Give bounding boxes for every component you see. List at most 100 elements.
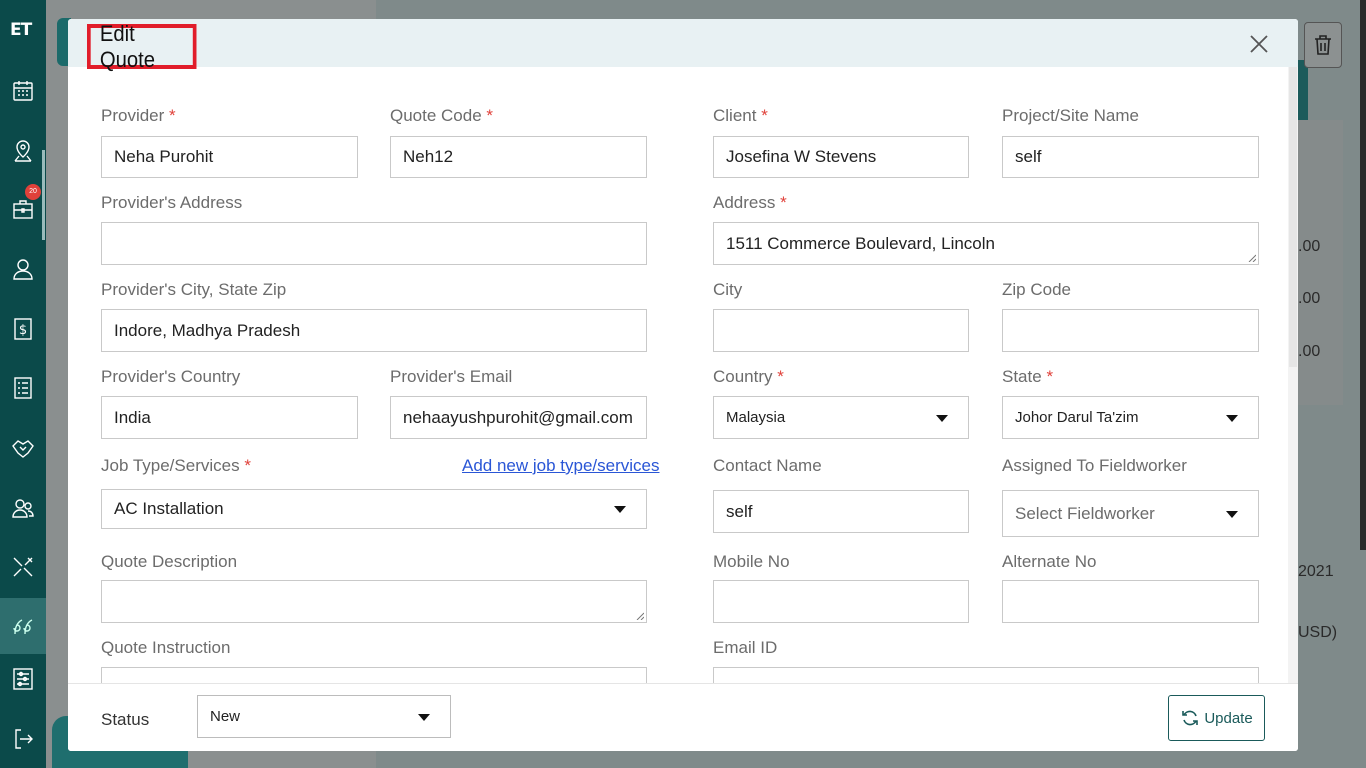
sidebar-item-tools[interactable] xyxy=(7,551,39,583)
sidebar-item-partners[interactable] xyxy=(7,432,39,464)
chevron-down-icon xyxy=(1226,510,1238,518)
resize-handle-icon[interactable] xyxy=(636,612,644,620)
scrollbar-thumb[interactable] xyxy=(1289,67,1297,367)
zip-code-field[interactable] xyxy=(1002,309,1259,352)
page-scrollbar[interactable] xyxy=(1360,0,1366,550)
handshake-icon xyxy=(12,440,34,458)
chevron-down-icon xyxy=(614,506,626,513)
sidebar-item-team[interactable] xyxy=(7,492,39,524)
city-label: City xyxy=(713,280,743,299)
tools-icon xyxy=(13,557,33,577)
user-icon xyxy=(13,259,33,280)
sidebar-scrollbar[interactable] xyxy=(42,150,45,240)
provider-email-label: Provider's Email xyxy=(390,367,513,386)
sidebar-item-quotes[interactable] xyxy=(0,598,46,654)
contact-name-field[interactable]: self xyxy=(713,490,969,533)
modal-title: Edit Quote xyxy=(87,21,197,72)
modal-header: Edit Quote xyxy=(68,19,1298,72)
quote-description-textarea[interactable] xyxy=(101,580,647,623)
email-id-field[interactable] xyxy=(713,667,1259,683)
provider-city-label: Provider's City, State Zip xyxy=(101,280,287,299)
modal-scrollbar[interactable] xyxy=(1288,67,1298,683)
chevron-down-icon xyxy=(936,414,948,422)
update-button[interactable]: Update xyxy=(1168,695,1265,741)
quote-instruction-label: Quote Instruction xyxy=(101,638,231,657)
close-icon[interactable] xyxy=(1248,33,1270,55)
city-field[interactable] xyxy=(713,309,969,352)
provider-field[interactable]: Neha Purohit xyxy=(101,136,358,178)
country-label: Country * xyxy=(713,367,784,386)
provider-address-label: Provider's Address xyxy=(101,193,243,212)
provider-city-field[interactable]: Indore, Madhya Pradesh xyxy=(101,309,647,352)
calendar-icon xyxy=(13,81,33,101)
provider-label: Provider * xyxy=(101,106,176,125)
logout-icon xyxy=(15,729,33,749)
trash-icon xyxy=(1315,35,1331,55)
project-site-label: Project/Site Name xyxy=(1002,106,1139,125)
notification-badge: 20 xyxy=(25,184,41,200)
sidebar: ET 20 $ xyxy=(0,0,46,768)
status-label: Status xyxy=(101,710,150,729)
update-label: Update xyxy=(1204,709,1253,727)
contact-name-label: Contact Name xyxy=(713,456,822,475)
background-value: .00 xyxy=(1298,343,1321,360)
add-job-type-link[interactable]: Add new job type/services xyxy=(462,456,660,476)
status-select[interactable]: New xyxy=(197,695,451,738)
mobile-label: Mobile No xyxy=(713,552,790,571)
alternate-label: Alternate No xyxy=(1002,552,1097,571)
quote-code-field[interactable]: Neh12 xyxy=(390,136,647,178)
delete-button[interactable] xyxy=(1304,22,1342,68)
quote-instruction-textarea[interactable] xyxy=(101,667,647,683)
background-summary-panel xyxy=(1298,120,1343,405)
country-select[interactable]: Malaysia xyxy=(713,396,969,439)
sidebar-item-settings[interactable] xyxy=(7,663,39,695)
chevron-down-icon xyxy=(1226,414,1238,422)
quote-icon xyxy=(13,619,33,635)
address-label: Address * xyxy=(713,193,787,212)
resize-handle-icon[interactable] xyxy=(1248,254,1256,262)
background-value: .00 xyxy=(1298,238,1321,255)
dollar-icon: $ xyxy=(14,318,32,340)
provider-country-field[interactable]: India xyxy=(101,396,358,439)
list-icon xyxy=(14,377,32,399)
mobile-field[interactable] xyxy=(713,580,969,623)
sidebar-item-calendar[interactable] xyxy=(7,75,39,107)
quote-code-label: Quote Code * xyxy=(390,106,494,125)
modal-footer: Status New Update xyxy=(68,683,1298,751)
sidebar-item-logout[interactable] xyxy=(7,723,39,755)
quote-description-label: Quote Description xyxy=(101,552,238,571)
alternate-field[interactable] xyxy=(1002,580,1259,623)
assigned-fieldworker-label: Assigned To Fieldworker xyxy=(1002,456,1187,475)
sidebar-item-list[interactable] xyxy=(7,372,39,404)
provider-address-field[interactable] xyxy=(101,222,647,265)
assigned-fieldworker-select[interactable]: Select Fieldworker xyxy=(1002,490,1259,537)
provider-country-label: Provider's Country xyxy=(101,367,241,386)
state-label: State * xyxy=(1002,367,1054,386)
provider-email-field[interactable]: nehaayushpurohit@gmail.com xyxy=(390,396,647,439)
job-type-select[interactable]: AC Installation xyxy=(101,489,647,529)
email-id-label: Email ID xyxy=(713,638,778,657)
chevron-down-icon xyxy=(418,713,430,721)
address-textarea[interactable]: 1511 Commerce Boulevard, Lincoln xyxy=(713,222,1259,265)
edit-quote-modal: Edit Quote Provider * Neha Purohit Quote… xyxy=(68,19,1298,751)
sidebar-item-billing[interactable]: $ xyxy=(7,313,39,345)
sidebar-item-map[interactable] xyxy=(7,135,39,167)
client-label: Client * xyxy=(713,106,768,125)
app-logo: ET xyxy=(10,20,32,40)
svg-text:$: $ xyxy=(19,323,27,338)
background-year: 2021 xyxy=(1298,563,1334,580)
modal-body: Provider * Neha Purohit Quote Code * Neh… xyxy=(68,67,1288,683)
zip-code-label: Zip Code xyxy=(1002,280,1071,299)
settings-sliders-icon xyxy=(13,668,33,690)
background-value: .00 xyxy=(1298,290,1321,307)
briefcase-icon xyxy=(13,200,33,219)
users-icon xyxy=(12,499,34,518)
client-field[interactable]: Josefina W Stevens xyxy=(713,136,969,178)
refresh-icon xyxy=(1182,710,1199,726)
sidebar-item-clients[interactable] xyxy=(7,253,39,285)
state-select[interactable]: Johor Darul Ta'zim xyxy=(1002,396,1259,439)
project-site-field[interactable]: self xyxy=(1002,136,1259,178)
background-currency: USD) xyxy=(1298,624,1338,641)
map-pin-icon xyxy=(14,140,32,162)
job-type-label: Job Type/Services * xyxy=(101,456,251,475)
